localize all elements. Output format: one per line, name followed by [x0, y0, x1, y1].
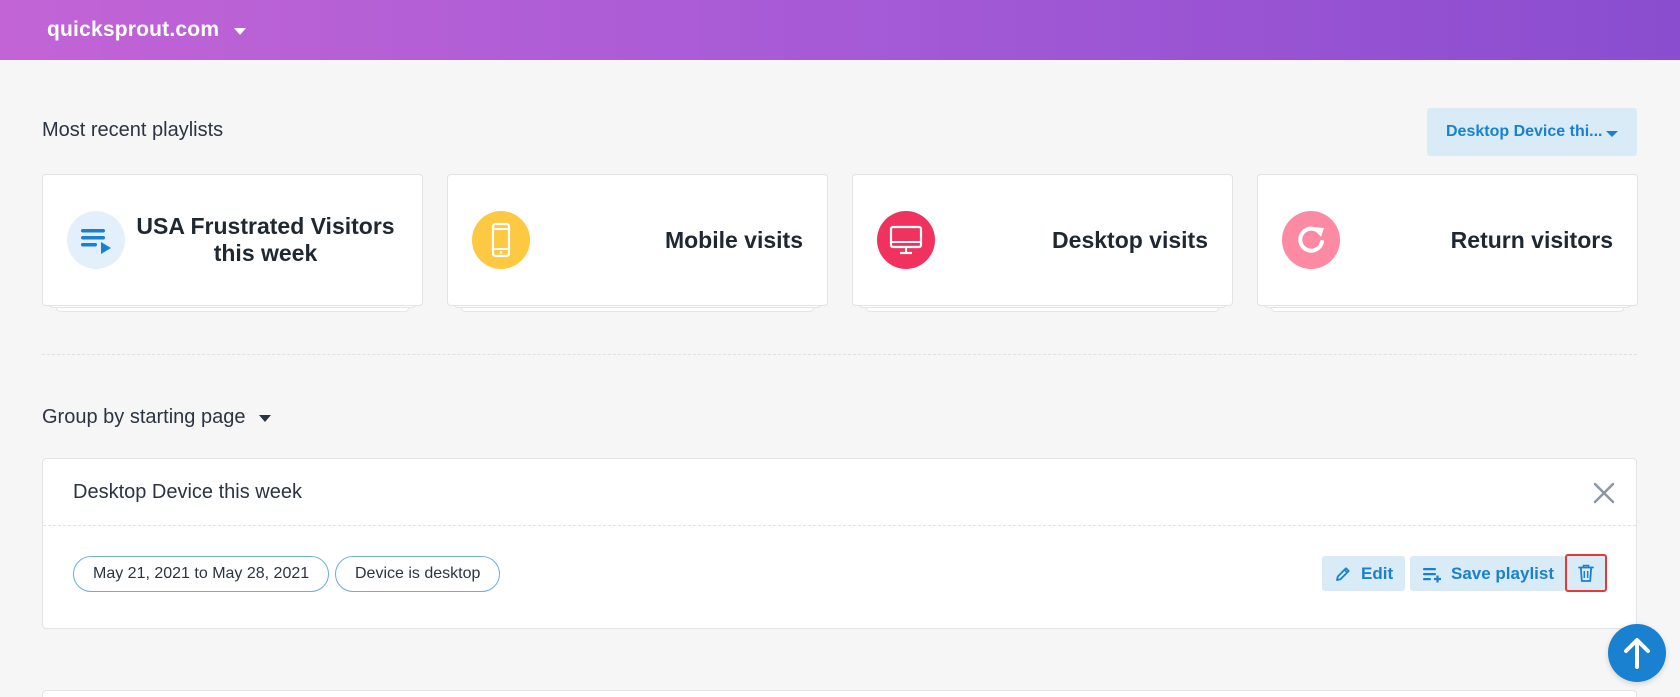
- playlist-card-return[interactable]: Return visitors: [1257, 174, 1638, 319]
- playlist-card-usa-frustrated[interactable]: USA Frustrated Visitors this week: [42, 174, 423, 319]
- save-playlist-button[interactable]: Save playlist: [1410, 556, 1567, 591]
- playlist-filter-label: Desktop Device thi...: [1446, 123, 1603, 140]
- group-by-label: Group by starting page: [42, 406, 246, 428]
- arrow-up-icon: [1624, 638, 1650, 669]
- next-panel: [42, 690, 1637, 697]
- chevron-down-icon: [1605, 130, 1618, 137]
- panel-header: Desktop Device this week: [43, 459, 1636, 526]
- section-title: Most recent playlists: [42, 119, 224, 141]
- mobile-phone-icon: [472, 211, 530, 269]
- site-name: quicksprout.com: [47, 18, 220, 41]
- playlist-card-desktop[interactable]: Desktop visits: [852, 174, 1233, 319]
- return-arrow-icon: [1282, 211, 1340, 269]
- playlist-card-label: USA Frustrated Visitors this week: [136, 213, 395, 266]
- playlist-icon: [67, 211, 125, 269]
- group-by-dropdown[interactable]: Group by starting page: [42, 406, 272, 429]
- trash-icon: [1578, 564, 1594, 582]
- site-switcher[interactable]: quicksprout.com: [47, 18, 247, 42]
- device-filter-chip[interactable]: Device is desktop: [335, 556, 501, 592]
- playlist-add-icon: [1423, 567, 1441, 582]
- playlist-panel: Desktop Device this week May 21, 2021 to…: [42, 458, 1637, 629]
- chevron-down-icon: [234, 27, 247, 35]
- playlist-card-mobile[interactable]: Mobile visits: [447, 174, 828, 319]
- playlist-card-label: Return visitors: [1450, 226, 1613, 253]
- date-range-chip[interactable]: May 21, 2021 to May 28, 2021: [73, 556, 330, 592]
- desktop-monitor-icon: [877, 211, 935, 269]
- playlist-card-label: Mobile visits: [664, 226, 803, 253]
- pencil-icon: [1336, 566, 1350, 581]
- panel-body: May 21, 2021 to May 28, 2021 Device is d…: [43, 526, 1636, 628]
- section-divider: [42, 354, 1637, 355]
- delete-button[interactable]: [1565, 554, 1607, 592]
- playlist-card-label: Desktop visits: [1052, 226, 1208, 253]
- top-bar: quicksprout.com: [0, 0, 1680, 60]
- playlist-filter-dropdown[interactable]: Desktop Device thi...: [1427, 108, 1637, 156]
- edit-button[interactable]: Edit: [1322, 556, 1406, 591]
- edit-label: Edit: [1361, 563, 1394, 583]
- close-icon[interactable]: [1592, 481, 1616, 505]
- panel-title: Desktop Device this week: [73, 480, 302, 503]
- scroll-to-top-button[interactable]: [1608, 624, 1666, 682]
- chevron-down-icon: [259, 415, 272, 422]
- save-playlist-label: Save playlist: [1451, 563, 1555, 583]
